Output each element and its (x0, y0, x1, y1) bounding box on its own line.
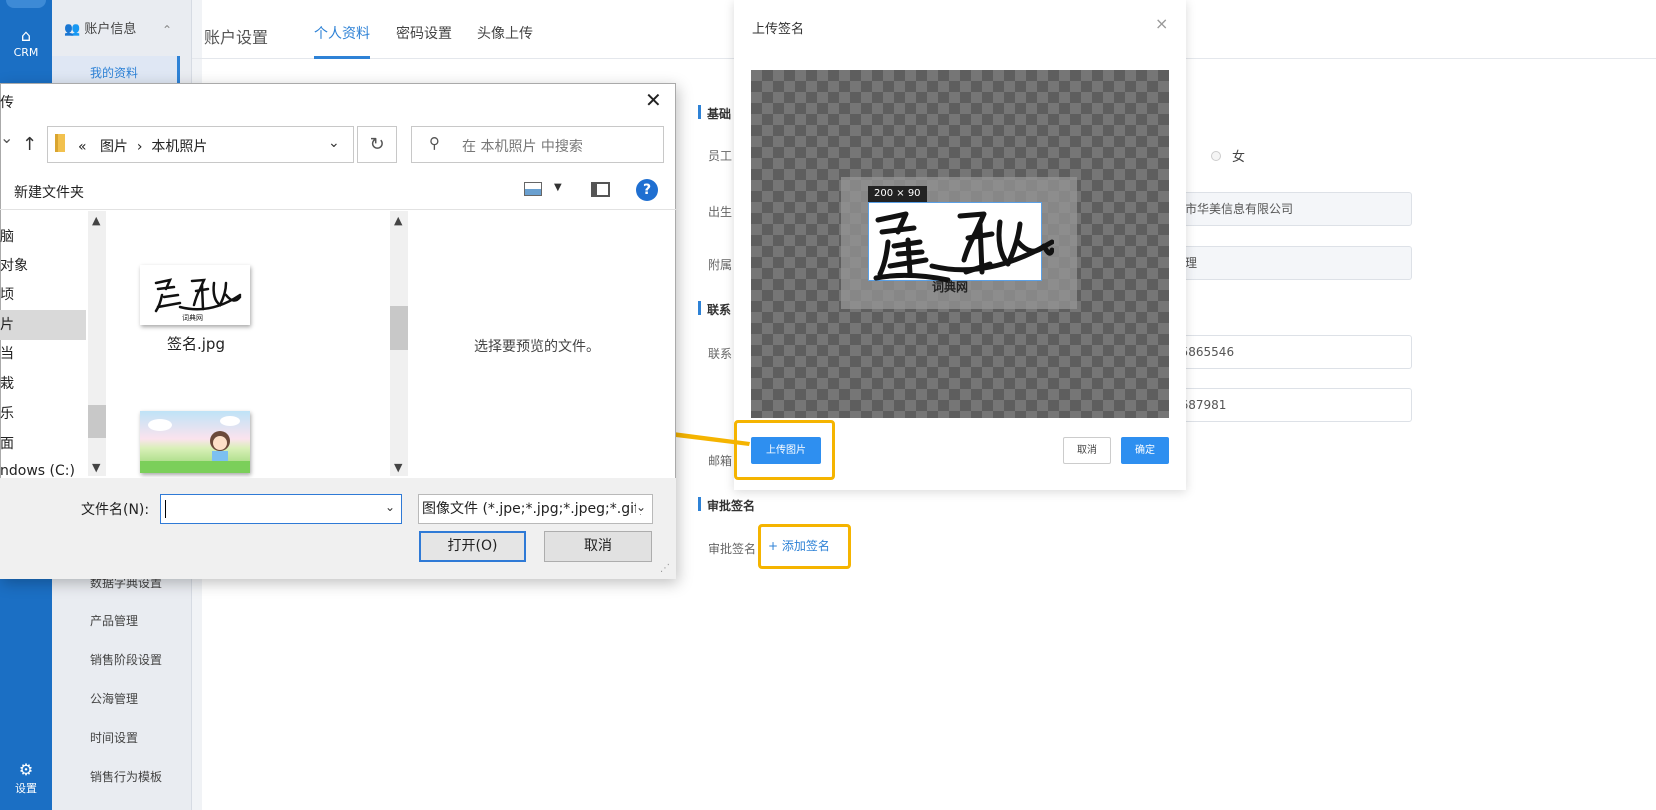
view-mode-icon[interactable] (524, 182, 542, 196)
cartoon-image (140, 416, 250, 473)
home-icon: ⌂ (20, 26, 32, 45)
filetype-select[interactable]: 图像文件 (*.jpe;*.jpg;*.jpeg;*.gif; (418, 494, 653, 524)
tab-password[interactable]: 密码设置 (396, 23, 452, 43)
breadcrumb[interactable]: « 图片 › 本机照片 (78, 136, 207, 156)
dialog-cancel-button[interactable]: 取消 (544, 531, 652, 562)
section-title-basic: 基础 (707, 107, 732, 121)
toolbar-divider (0, 209, 676, 210)
nav-dropdown-icon[interactable]: ⌄ (0, 128, 13, 147)
gear-icon: ⚙ (18, 760, 34, 779)
label-contact: 联系 (708, 347, 733, 361)
search-input[interactable]: 在 本机照片 中搜索 (462, 136, 583, 156)
radio-female-label: 女 (1232, 150, 1246, 165)
menu-item-time[interactable]: 时间设置 (90, 729, 138, 746)
new-folder-button[interactable]: 新建文件夹 (14, 182, 84, 202)
refresh-icon[interactable]: ↻ (357, 126, 397, 163)
users-icon: 👥 (64, 22, 81, 37)
file-name-label[interactable]: 签名.jpg (167, 333, 225, 354)
label-attached: 附属 (708, 258, 733, 272)
rail-item-settings[interactable]: ⚙ 设置 (0, 760, 52, 796)
rail-item-settings-label: 设置 (15, 782, 37, 795)
dialog-close-icon[interactable]: ✕ (645, 88, 662, 112)
breadcrumb-pictures[interactable]: 图片 (100, 139, 128, 155)
section-title-approval: 审批签名 (707, 499, 756, 513)
tree-item[interactable]: 脑 (0, 226, 14, 246)
tree-item-drive[interactable]: ndows (C:) (0, 463, 75, 479)
filetype-dropdown-icon[interactable]: ⌄ (636, 500, 647, 514)
tree-item[interactable]: 乐 (0, 403, 14, 423)
view-dropdown-icon[interactable]: ▼ (554, 182, 562, 193)
filename-dropdown-icon[interactable]: ⌄ (385, 500, 395, 514)
scroll-up-icon[interactable]: ▲ (394, 214, 402, 227)
scroll-down-icon[interactable]: ▼ (92, 461, 100, 474)
tab-profile[interactable]: 个人资料 (314, 23, 370, 43)
position-field[interactable]: 经理 (1152, 246, 1412, 280)
menu-group-account[interactable]: 👥 账户信息 ⌃ (52, 10, 192, 50)
label-birth: 出生 (708, 205, 733, 219)
breadcrumb-local-photos[interactable]: 本机照片 (151, 139, 207, 155)
menu-item-public-pool[interactable]: 公海管理 (90, 690, 138, 707)
phone-field[interactable]: 45865546 (1152, 335, 1412, 369)
menu-item-products[interactable]: 产品管理 (90, 612, 138, 629)
label-email: 邮箱 (708, 454, 733, 468)
tree-scroll-thumb[interactable] (88, 405, 106, 438)
modal-title: 上传签名 (752, 22, 805, 37)
highlight-add-signature (758, 524, 851, 569)
tree-item-pictures[interactable]: 片 (0, 314, 14, 334)
scroll-up-icon[interactable]: ▲ (92, 214, 100, 227)
signature-watermark: 词典网 (932, 280, 969, 294)
tab-avatar[interactable]: 头像上传 (477, 23, 533, 43)
help-icon[interactable]: ? (636, 179, 658, 201)
radio-female[interactable] (1211, 151, 1221, 161)
section-bar-approval (698, 497, 701, 511)
menu-item-sales-stage[interactable]: 销售阶段设置 (90, 651, 162, 668)
menu-item-sales-template[interactable]: 销售行为模板 (90, 768, 162, 785)
label-approval-signature: 审批签名 (708, 542, 757, 556)
breadcrumb-overflow[interactable]: « (78, 139, 87, 155)
tree-item[interactable]: 栽 (0, 373, 14, 393)
resize-grip-icon[interactable]: ⋰ (660, 563, 670, 574)
chevron-up-icon: ⌃ (161, 23, 172, 37)
section-bar-contact (698, 301, 701, 315)
tree-item[interactable]: 顷 (0, 284, 14, 304)
tree-item[interactable]: 对象 (0, 255, 28, 275)
file-thumbnail-cartoon[interactable] (140, 411, 250, 473)
dialog-title: 传 (0, 95, 14, 111)
modal-confirm-button[interactable]: 确定 (1121, 437, 1169, 464)
text-cursor (165, 500, 166, 518)
section-bar-basic (698, 105, 701, 119)
file-thumbnail[interactable]: 词典网 (140, 265, 250, 325)
close-icon[interactable]: × (1155, 14, 1168, 33)
company-field[interactable]: 司市华美信息有限公司 (1152, 192, 1412, 226)
filename-input[interactable] (160, 494, 402, 524)
up-arrow-icon[interactable]: ↑ (22, 134, 37, 155)
filename-label: 文件名(N): (81, 502, 150, 518)
section-title-contact: 联系 (707, 303, 732, 317)
search-icon: ⚲ (429, 134, 440, 152)
thumbnail-text: 词典网 (182, 313, 203, 322)
label-employee: 员工 (708, 149, 733, 163)
tree-item[interactable]: 当 (0, 343, 14, 363)
rail-logo[interactable] (6, 0, 46, 8)
signature-thumbnail-image: 词典网 (154, 278, 242, 322)
open-button[interactable]: 打开(O) (419, 531, 526, 562)
phone2-field[interactable]: 7687981 (1152, 388, 1412, 422)
rail-item-crm[interactable]: ⌂ CRM (0, 26, 52, 59)
preview-placeholder: 选择要预览的文件。 (474, 339, 600, 355)
menu-group-label: 账户信息 (84, 22, 137, 37)
modal-cancel-button[interactable]: 取消 (1063, 437, 1111, 464)
crop-size-tag: 200 × 90 (868, 186, 927, 202)
files-scroll-thumb[interactable] (390, 306, 408, 350)
tree-item[interactable]: 面 (0, 433, 14, 453)
page-title: 账户设置 (204, 28, 269, 47)
chevron-right-icon: › (132, 139, 147, 155)
active-tab-indicator (314, 56, 370, 59)
rail-item-crm-label: CRM (13, 46, 39, 59)
chevron-down-icon[interactable]: ⌄ (328, 135, 340, 151)
folder-icon (55, 134, 65, 152)
preview-pane-icon[interactable] (591, 182, 610, 197)
scroll-down-icon[interactable]: ▼ (394, 461, 402, 474)
